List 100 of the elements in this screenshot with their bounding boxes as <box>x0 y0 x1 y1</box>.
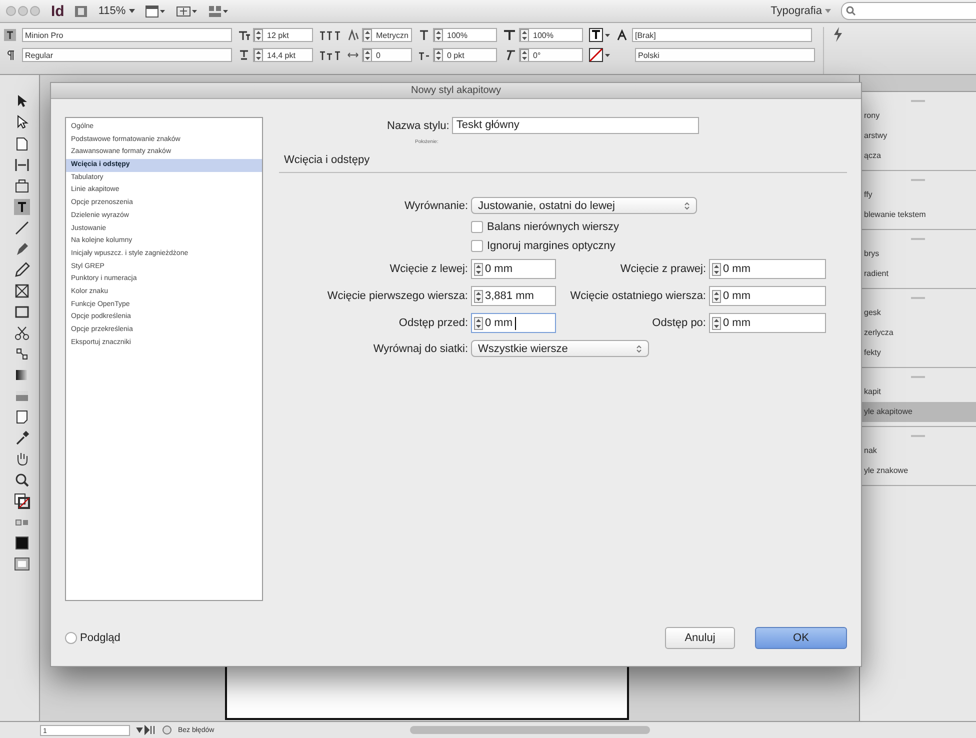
font-size-icon <box>238 29 250 41</box>
horizontal-scrollbar[interactable] <box>410 726 650 734</box>
measurement-field[interactable]: 0 mm <box>709 286 826 306</box>
rectangle-icon[interactable] <box>14 304 30 320</box>
panel-tab[interactable]: ffy <box>860 185 976 205</box>
panel-tab[interactable]: arstwy <box>860 126 976 146</box>
panel-tab[interactable]: blewanie tekstem <box>860 205 976 225</box>
measurement-field[interactable]: 0 mm <box>471 259 556 279</box>
zoom-icon[interactable] <box>14 472 30 488</box>
cancel-button[interactable]: Anuluj <box>665 626 735 648</box>
arrange-icon[interactable] <box>208 4 229 18</box>
search-field[interactable] <box>841 2 976 20</box>
grid-alignment-dropdown[interactable]: Wszystkie wiersze <box>471 340 649 357</box>
panel-tab[interactable]: ącza <box>860 146 976 166</box>
page-navigation-icon[interactable] <box>136 725 156 735</box>
panel-tab[interactable]: rony <box>860 106 976 126</box>
leading-field[interactable]: 14,4 pkt <box>253 48 313 62</box>
panel-tab[interactable]: fekty <box>860 343 976 363</box>
scissors-icon[interactable] <box>14 325 30 341</box>
stepper-icon[interactable] <box>254 29 263 41</box>
skew-field[interactable]: 0° <box>519 48 583 62</box>
stepper-icon[interactable] <box>520 29 529 41</box>
fill-stroke-icon[interactable] <box>14 493 30 509</box>
field-label: Odstęp przed: <box>398 317 469 329</box>
measurement-field[interactable]: 0 mm <box>709 313 826 333</box>
script-options-icon[interactable] <box>319 49 341 61</box>
ok-button[interactable]: OK <box>755 626 847 648</box>
panel-tab[interactable]: zerlycza <box>860 323 976 343</box>
screen-mode-icon[interactable] <box>14 556 30 572</box>
font-size-field[interactable]: 12 pkt <box>253 28 313 42</box>
stepper-icon[interactable] <box>363 49 372 61</box>
checkbox[interactable] <box>471 221 483 233</box>
case-options-icon[interactable] <box>319 29 341 41</box>
stepper-icon[interactable] <box>712 316 721 330</box>
character-style-dropdown[interactable]: [Brak] <box>632 28 812 42</box>
stepper-icon[interactable] <box>474 316 483 330</box>
line-tool-icon[interactable] <box>14 220 30 236</box>
updown-caret-icon <box>636 344 642 352</box>
checkbox[interactable] <box>471 240 483 252</box>
vertical-scale-field[interactable]: 100% <box>433 28 497 42</box>
field-label: Nazwa stylu: <box>387 120 450 132</box>
language-dropdown[interactable]: Polski <box>635 48 815 62</box>
preflight-status-icon <box>162 725 172 735</box>
stepper-icon[interactable] <box>712 290 721 302</box>
font-family-field[interactable]: Minion Pro <box>22 28 232 42</box>
stroke-swatch-icon[interactable] <box>589 48 611 62</box>
app-logo: Id <box>51 2 64 20</box>
field-label: Wcięcie pierwszego wiersza: <box>326 290 469 302</box>
content-collector-icon[interactable] <box>14 178 30 194</box>
note-icon[interactable] <box>14 409 30 425</box>
style-name-field[interactable]: Teskt główny <box>452 117 700 134</box>
page-icon[interactable] <box>14 136 30 152</box>
character-mode-icon[interactable] <box>4 29 16 41</box>
fill-swatch-icon[interactable] <box>589 28 611 42</box>
zoom-dropdown[interactable]: 115% <box>98 5 135 17</box>
panel-tab[interactable]: gesk <box>860 303 976 323</box>
horizontal-scale-field[interactable]: 100% <box>519 28 583 42</box>
screen-mode-icon[interactable] <box>144 4 166 18</box>
field-label: Wyrównaj do siatki: <box>372 342 469 354</box>
preview-label: Podgląd <box>80 632 120 644</box>
gradient-icon[interactable] <box>14 367 30 383</box>
search-icon <box>846 6 856 16</box>
panel-tab[interactable]: brys <box>860 244 976 264</box>
transform-icon[interactable] <box>14 346 30 362</box>
stepper-icon[interactable] <box>474 262 483 276</box>
baseline-shift-field[interactable]: 0 pkt <box>433 48 497 62</box>
preview-checkbox[interactable] <box>65 632 77 644</box>
panel-tab[interactable]: yle akapitowe <box>860 402 976 422</box>
stepper-icon[interactable] <box>520 49 529 61</box>
gradient-feather-icon[interactable] <box>14 388 30 404</box>
stepper-icon[interactable] <box>363 29 372 41</box>
alignment-dropdown[interactable]: Justowanie, ostatni do lewej <box>471 197 697 214</box>
panel-tab[interactable]: kapit <box>860 382 976 402</box>
font-style-field[interactable]: Regular <box>22 48 232 62</box>
kerning-icon <box>347 29 359 41</box>
view-options-icon[interactable] <box>176 4 198 18</box>
pencil-icon[interactable] <box>14 262 30 278</box>
character-style-icon <box>617 29 629 41</box>
type-tool-icon[interactable] <box>14 199 30 215</box>
frame-icon[interactable] <box>14 283 30 299</box>
panel-tab[interactable]: nak <box>860 441 976 461</box>
lightning-icon[interactable] <box>832 27 844 43</box>
measurement-field[interactable]: 0 mm <box>709 259 826 279</box>
workspace-switcher[interactable]: Typografia <box>770 5 831 17</box>
field-label: Wyrównanie: <box>404 200 469 212</box>
stepper-icon[interactable] <box>474 290 483 302</box>
measurement-field[interactable]: 3,881 mm <box>471 286 556 306</box>
tracking-field[interactable]: 0 <box>362 48 412 62</box>
stepper-icon[interactable] <box>434 49 443 61</box>
stepper-icon[interactable] <box>254 49 263 61</box>
measurement-field[interactable]: 0 mm <box>471 313 556 333</box>
gap-tool-icon[interactable] <box>14 157 30 173</box>
field-label: Odstęp po: <box>651 317 707 329</box>
stepper-icon[interactable] <box>434 29 443 41</box>
fill-color-swatch-icon[interactable] <box>14 535 30 551</box>
panel-tab[interactable]: radient <box>860 264 976 284</box>
kerning-field[interactable]: Metryczn <box>362 28 412 42</box>
stepper-icon[interactable] <box>712 262 721 276</box>
eyedropper-icon[interactable] <box>14 430 30 446</box>
panel-tab[interactable]: yle znakowe <box>860 461 976 481</box>
